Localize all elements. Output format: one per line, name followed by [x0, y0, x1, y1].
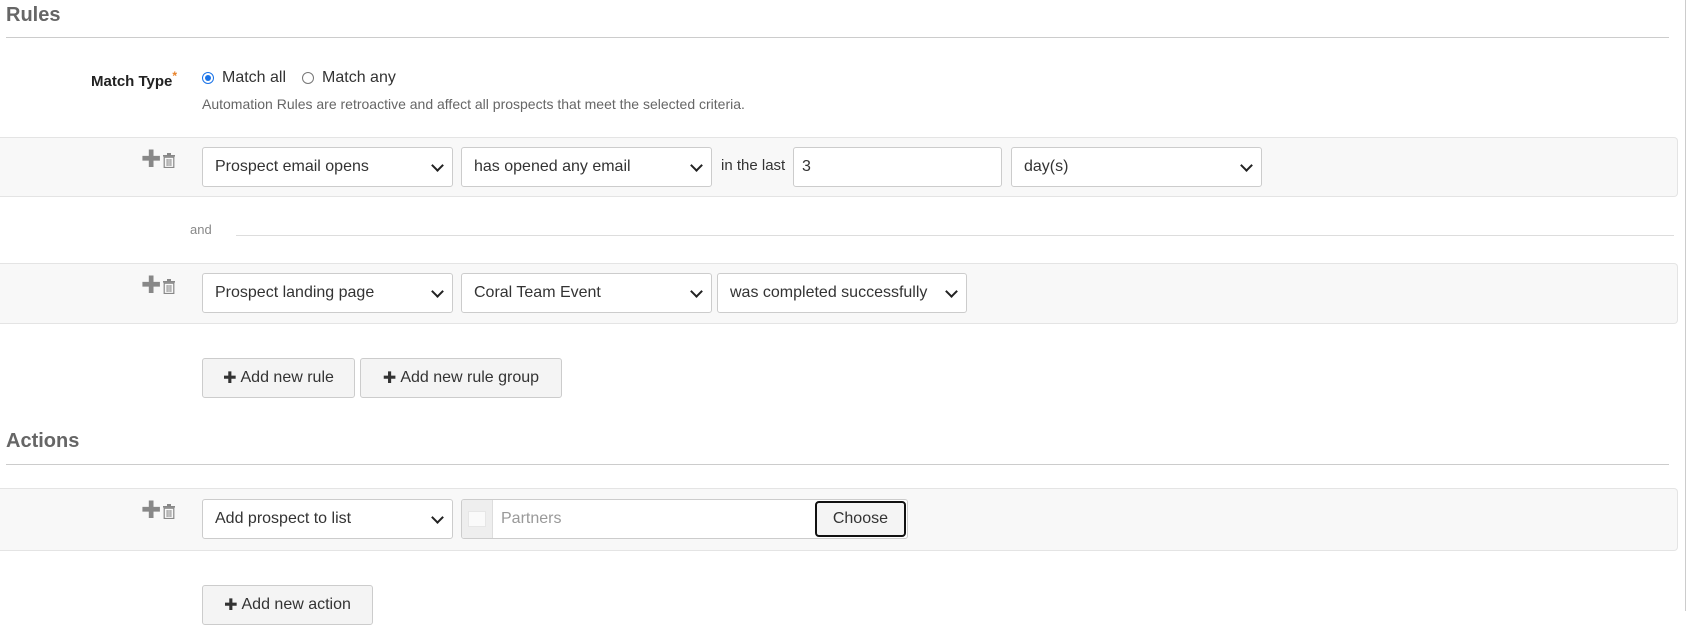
match-any-radio[interactable]: Match any	[302, 69, 396, 87]
required-marker: *	[172, 69, 178, 83]
action-type-value: Add prospect to list	[215, 510, 352, 527]
chevron-down-icon	[945, 284, 958, 298]
add-new-rule-group-button[interactable]: ✚ Add new rule group	[360, 358, 562, 398]
list-swatch-icon	[468, 511, 486, 527]
rule-row: ✚ Prospect landing page Coral Team Event…	[0, 263, 1678, 324]
trash-icon[interactable]	[163, 152, 176, 168]
rule-field-select[interactable]: Prospect email opens	[202, 147, 453, 187]
rules-divider	[6, 37, 1669, 38]
chevron-down-icon	[1240, 158, 1253, 172]
action-type-select[interactable]: Add prospect to list	[202, 499, 453, 539]
actions-divider	[6, 464, 1669, 465]
action-row: ✚ Add prospect to list Partners Choose	[0, 488, 1678, 551]
rule-field-value: Prospect email opens	[215, 158, 369, 175]
in-the-last-label: in the last	[721, 157, 786, 174]
add-new-rule-label: Add new rule	[240, 369, 334, 386]
match-any-label: Match any	[322, 69, 396, 86]
add-new-rule-group-label: Add new rule group	[400, 369, 540, 386]
add-new-action-button[interactable]: ✚ Add new action	[202, 585, 373, 625]
add-action-row-icon[interactable]: ✚	[141, 499, 161, 523]
add-condition-icon[interactable]: ✚	[141, 148, 161, 172]
landing-page-select[interactable]: Coral Team Event	[461, 273, 712, 313]
rule-operator-value: has opened any email	[474, 158, 631, 175]
trash-icon[interactable]	[163, 278, 176, 294]
chevron-down-icon	[690, 284, 703, 298]
list-color-swatch	[462, 500, 493, 538]
radio-unchecked-icon[interactable]	[302, 72, 315, 84]
rule-row: ✚ Prospect email opens has opened any em…	[0, 137, 1678, 197]
completion-status-select[interactable]: was completed successfully	[717, 273, 967, 313]
days-count-input[interactable]: 3	[793, 147, 1002, 187]
chevron-down-icon	[431, 510, 444, 524]
chevron-down-icon	[690, 158, 703, 172]
match-type-hint: Automation Rules are retroactive and aff…	[202, 96, 745, 112]
completion-status-value: was completed successfully	[730, 284, 928, 301]
add-new-rule-button[interactable]: ✚ Add new rule	[202, 358, 355, 398]
rule-field-value: Prospect landing page	[215, 284, 375, 301]
match-type-text: Match Type	[91, 73, 173, 90]
landing-page-value: Coral Team Event	[474, 284, 601, 301]
rule-operator-select[interactable]: has opened any email	[461, 147, 712, 187]
match-all-label: Match all	[222, 69, 287, 86]
panel-border	[1685, 0, 1686, 611]
and-connector: and	[190, 222, 212, 237]
actions-heading: Actions	[6, 430, 80, 452]
choose-list-button[interactable]: Choose	[814, 501, 906, 537]
list-picker: Partners Choose	[461, 499, 908, 539]
list-name-input[interactable]: Partners	[493, 500, 814, 538]
chevron-down-icon	[431, 284, 444, 298]
radio-checked-icon[interactable]	[202, 72, 214, 84]
rule-field-select[interactable]: Prospect landing page	[202, 273, 453, 313]
match-type-radio-group: Match all Match any	[202, 69, 396, 87]
rules-heading: Rules	[6, 4, 61, 26]
add-new-action-label: Add new action	[241, 596, 351, 613]
trash-icon[interactable]	[163, 503, 176, 519]
match-all-radio[interactable]: Match all	[202, 69, 286, 87]
connector-line	[236, 235, 1674, 236]
time-unit-value: day(s)	[1024, 158, 1069, 175]
match-type-label: Match Type*	[91, 69, 177, 90]
time-unit-select[interactable]: day(s)	[1011, 147, 1262, 187]
chevron-down-icon	[431, 158, 444, 172]
add-condition-icon[interactable]: ✚	[141, 274, 161, 298]
plus-icon: ✚	[224, 597, 238, 614]
plus-icon: ✚	[382, 370, 397, 387]
plus-icon: ✚	[223, 370, 237, 387]
